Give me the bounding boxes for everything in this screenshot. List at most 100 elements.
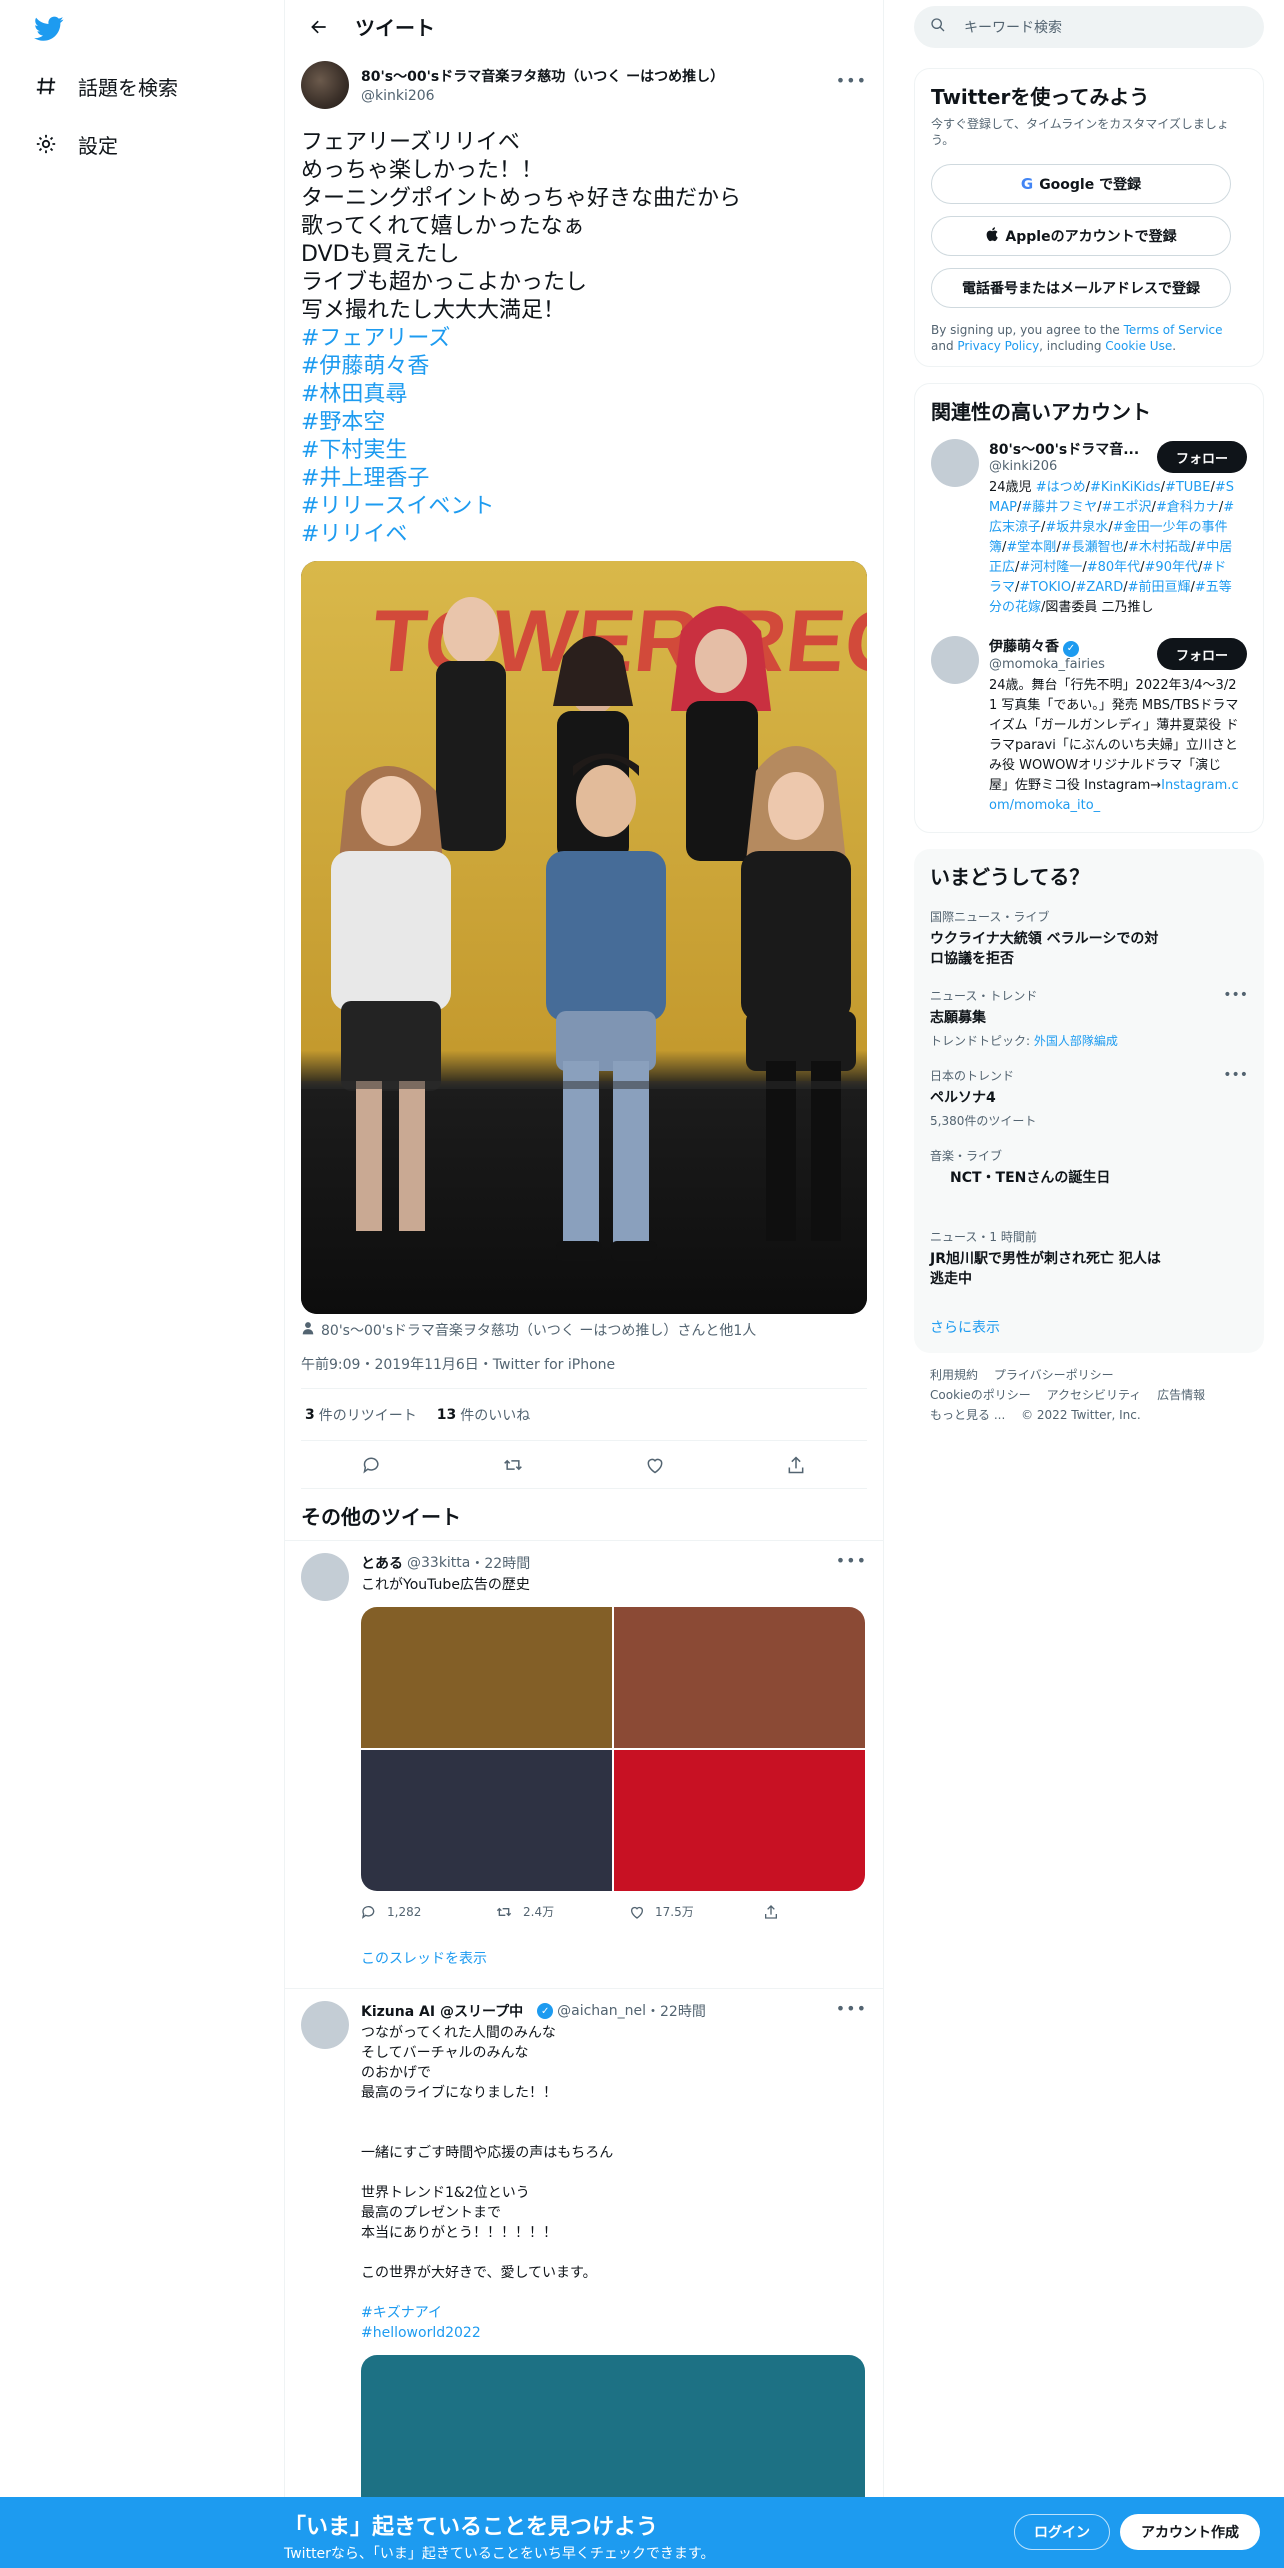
trend-item[interactable]: ニュース・1 時間前 JR旭川駅で男性が刺され死亡 犯人は逃走中 [930, 1228, 1248, 1289]
author-username[interactable]: @33kitta [407, 1555, 470, 1571]
author-display-name[interactable]: とある [361, 1553, 403, 1573]
media-grid[interactable] [361, 1607, 865, 1891]
footer-link[interactable]: アクセシビリティ [1047, 1388, 1142, 1402]
share-button[interactable] [763, 1903, 897, 1920]
hashtag-link[interactable]: #下村実生 [301, 437, 867, 465]
bio-hashtag-link[interactable]: #はつめ [1036, 480, 1086, 495]
media-tile[interactable] [614, 1750, 865, 1891]
like-count[interactable]: 13 [437, 1407, 456, 1423]
account-item[interactable]: 伊藤萌々香 ✓ @momoka_fairies 24歳。舞台「行先不明」2022年… [931, 636, 1247, 816]
trends-card: いまどうしてる？ 国際ニュース・ライブ ウクライナ大統領 ベラルーシでの対ロ協議… [914, 848, 1264, 1353]
footer-link[interactable]: プライバシーポリシー [994, 1368, 1114, 1382]
apple-signup-button[interactable]: Appleのアカウントで登録 [931, 216, 1231, 256]
retweet-button[interactable]: 2.4万 [495, 1903, 629, 1920]
more-icon[interactable]: ••• [836, 1551, 867, 1570]
tweet-timestamp[interactable]: 午前9:09・2019年11月6日・Twitter for iPhone [301, 1354, 867, 1389]
footer-link[interactable]: Cookieのポリシー [930, 1388, 1031, 1402]
privacy-link[interactable]: Privacy Policy [957, 339, 1039, 353]
tweet-photo[interactable]: TOWER RECORDS [301, 561, 867, 1314]
hashtag-link[interactable]: #helloworld2022 [361, 2323, 867, 2343]
trend-item[interactable]: 国際ニュース・ライブ ウクライナ大統領 ベラルーシでの対ロ協議を拒否 [930, 908, 1248, 969]
hashtag-link[interactable]: #井上理香子 [301, 465, 867, 493]
reply-button[interactable]: 1,282 [361, 1903, 495, 1920]
author-username[interactable]: @aichan_nel [557, 2003, 646, 2019]
footer-more-link[interactable]: もっと見る ... [930, 1408, 1005, 1422]
share-icon[interactable] [779, 1448, 813, 1482]
hashtag-link[interactable]: #リリイベ [301, 521, 867, 549]
bio-hashtag-link[interactable]: #堂本剛 [1006, 540, 1056, 555]
trend-item[interactable]: ニュース・トレンド 志願募集 トレンドトピック: 外国人部隊編成 ••• [930, 987, 1248, 1049]
trend-topic-link[interactable]: 外国人部隊編成 [1034, 1034, 1118, 1048]
media-tile[interactable] [361, 1607, 612, 1748]
hashtag-link[interactable]: #フェアリーズ [301, 325, 867, 353]
footer-link[interactable]: 広告情報 [1157, 1388, 1205, 1402]
heart-icon[interactable] [638, 1448, 672, 1482]
avatar[interactable] [931, 439, 979, 487]
like-button[interactable]: 17.5万 [629, 1903, 763, 1920]
bio-hashtag-link[interactable]: #KinKiKids [1090, 480, 1161, 495]
cookie-link[interactable]: Cookie Use [1105, 339, 1172, 353]
avatar[interactable] [301, 2001, 349, 2049]
tweet-time[interactable]: ・22時間 [470, 1553, 530, 1573]
avatar[interactable] [301, 1553, 349, 1601]
reply-icon[interactable] [355, 1448, 389, 1482]
bio-hashtag-link[interactable]: #木村拓哉 [1128, 540, 1191, 555]
login-button[interactable]: ログイン [1014, 2514, 1110, 2550]
show-more-link[interactable]: さらに表示 [930, 1317, 1248, 1337]
avatar[interactable] [931, 636, 979, 684]
more-icon[interactable]: ••• [836, 71, 867, 90]
show-thread-link[interactable]: このスレッドを表示 [361, 1948, 897, 1968]
signup-button[interactable]: アカウント作成 [1120, 2514, 1260, 2550]
retweet-label[interactable]: 件のリツイート [319, 1405, 417, 1425]
related-tweet[interactable]: とある @33kitta ・22時間 これがYouTube広告の歴史 1,282… [285, 1541, 883, 1989]
more-icon[interactable]: ••• [836, 1999, 867, 2018]
trend-context: 日本のトレンド [930, 1068, 1015, 1083]
like-label[interactable]: 件のいいね [460, 1405, 530, 1425]
search-box[interactable]: キーワード検索 [914, 6, 1264, 48]
hashtag-link[interactable]: #林田真尋 [301, 381, 867, 409]
trend-item[interactable]: 音楽・ライブ NCT・TENさんの誕生日 [930, 1147, 1248, 1188]
hashtag-link[interactable]: #リリースイベント [301, 493, 867, 521]
bio-hashtag-link[interactable]: #ZARD [1075, 580, 1123, 595]
bio-hashtag-link[interactable]: #長瀬智也 [1061, 540, 1124, 555]
hashtag-link[interactable]: #野本空 [301, 409, 867, 437]
follow-button[interactable]: フォロー [1157, 441, 1247, 473]
nav-explore[interactable]: 話題を検索 [34, 66, 178, 106]
more-icon[interactable]: ••• [1223, 987, 1248, 1003]
bio-hashtag-link[interactable]: #90年代 [1145, 560, 1198, 575]
phone-signup-button[interactable]: 電話番号またはメールアドレスで登録 [931, 268, 1231, 308]
tweet-media[interactable] [361, 2355, 865, 2515]
bio-hashtag-link[interactable]: #倉科カナ [1156, 500, 1219, 515]
back-arrow-icon[interactable] [301, 9, 337, 45]
terms-link[interactable]: Terms of Service [1124, 323, 1223, 337]
avatar[interactable] [301, 61, 349, 109]
retweet-count[interactable]: 3 [305, 1407, 315, 1423]
bio-hashtag-link[interactable]: #河村隆一 [1019, 560, 1082, 575]
trend-item[interactable]: 日本のトレンド ペルソナ4 5,380件のツイート ••• [930, 1067, 1248, 1129]
bio-hashtag-link[interactable]: #TUBE [1165, 480, 1210, 495]
bio-hashtag-link[interactable]: #坂井泉水 [1045, 520, 1108, 535]
twitter-logo-icon[interactable] [34, 16, 64, 42]
bio-hashtag-link[interactable]: #TOKIO [1019, 580, 1071, 595]
nav-settings[interactable]: 設定 [34, 124, 118, 164]
retweet-icon[interactable] [496, 1448, 530, 1482]
more-icon[interactable]: ••• [1223, 1067, 1248, 1083]
tagged-people[interactable]: 80's〜00'sドラマ音楽ヲタ慈功（いつく ーはつめ推し）さんと他1人 [301, 1320, 867, 1340]
hashtag-link[interactable]: #伊藤萌々香 [301, 353, 867, 381]
follow-button[interactable]: フォロー [1157, 638, 1247, 670]
bio-hashtag-link[interactable]: #80年代 [1087, 560, 1140, 575]
author-username[interactable]: @kinki206 [361, 88, 724, 104]
google-signup-button[interactable]: G Google で登録 [931, 164, 1231, 204]
related-tweet[interactable]: Kizuna AI @スリープ中 ✓ @aichan_nel ・22時間 つなが… [285, 1989, 883, 2527]
footer-link[interactable]: 利用規約 [930, 1368, 978, 1382]
media-tile[interactable] [361, 1750, 612, 1891]
media-tile[interactable] [614, 1607, 865, 1748]
hashtag-link[interactable]: #キズナアイ [361, 2303, 867, 2323]
bio-hashtag-link[interactable]: #エポ沢 [1102, 500, 1152, 515]
bio-hashtag-link[interactable]: #前田亘輝 [1128, 580, 1191, 595]
tweet-time[interactable]: ・22時間 [646, 2001, 706, 2021]
author-display-name[interactable]: 80's〜00'sドラマ音楽ヲタ慈功（いつく ーはつめ推し） [361, 66, 724, 86]
account-item[interactable]: 80's〜00'sドラマ音... @kinki206 24歳児 #はつめ/#Ki… [931, 439, 1247, 618]
author-display-name[interactable]: Kizuna AI @スリープ中 [361, 2001, 523, 2021]
bio-hashtag-link[interactable]: #藤井フミヤ [1021, 500, 1097, 515]
